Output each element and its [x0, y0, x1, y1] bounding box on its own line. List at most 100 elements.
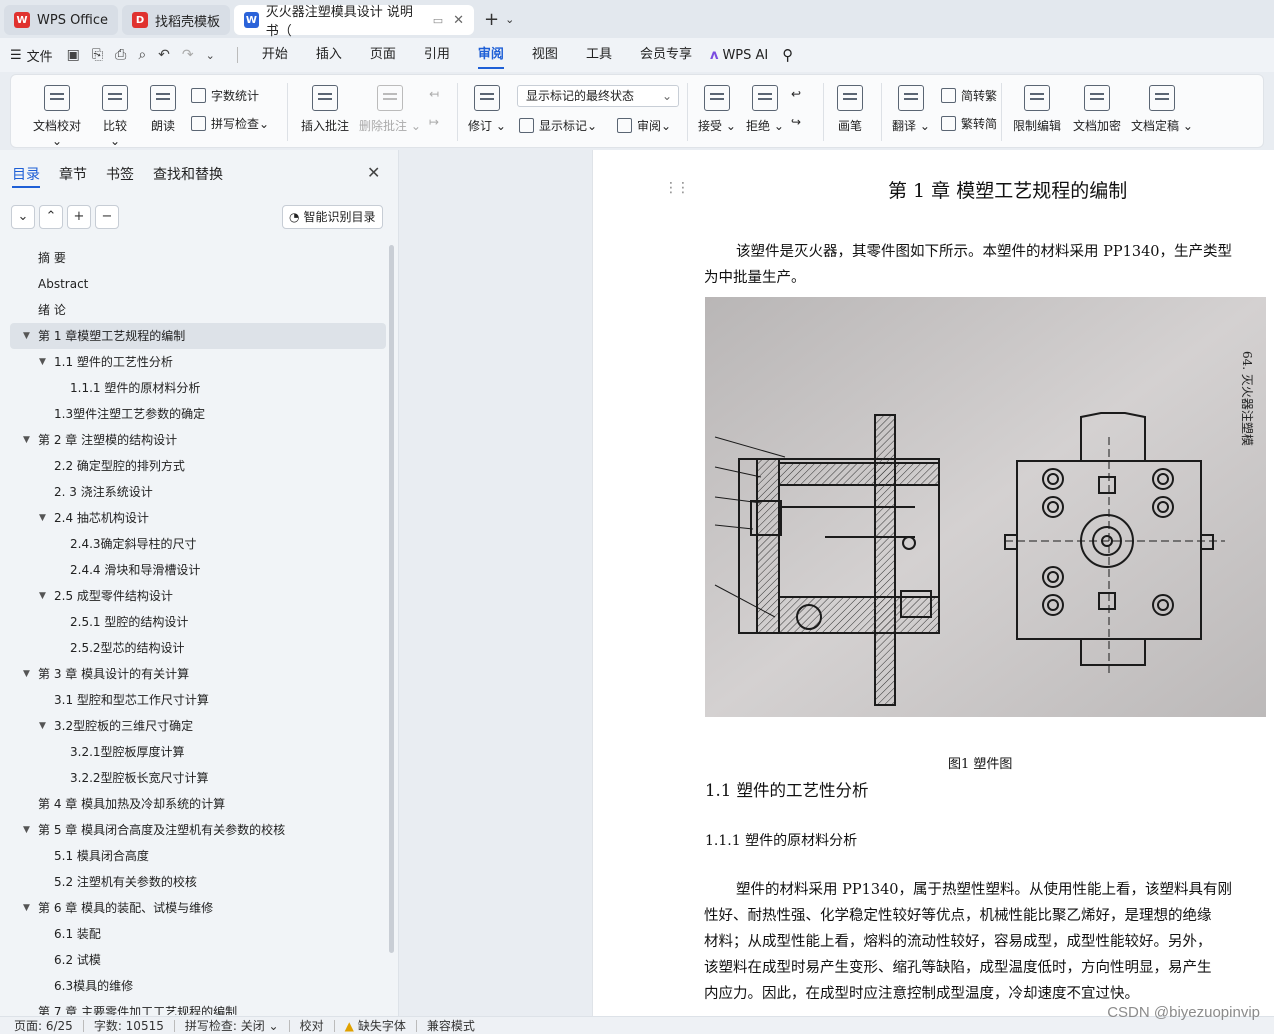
revise-button[interactable]: 修订 ⌄ [467, 85, 507, 134]
tab-bookmarks[interactable]: 书签 [106, 164, 134, 184]
toc-item[interactable]: Abstract [10, 271, 386, 297]
toc-item[interactable]: 5.1 模具闭合高度 [10, 843, 386, 869]
encrypt-button[interactable]: 文档加密 [1071, 85, 1123, 134]
finalize-button[interactable]: 文档定稿 ⌄ [1131, 85, 1193, 134]
toc-item[interactable]: 5.2 注塑机有关参数的校核 [10, 869, 386, 895]
tab-insert[interactable]: 插入 [316, 38, 342, 72]
toc-item[interactable]: ▼ 3.2型腔板的三维尺寸确定 [10, 713, 386, 739]
toc-item[interactable]: ▼ 第 5 章 模具闭合高度及注塑机有关参数的校核 [10, 817, 386, 843]
tab-references[interactable]: 引用 [424, 38, 450, 72]
word-count-status[interactable]: 字数: 10515 [94, 1017, 164, 1034]
expand-down-icon[interactable]: ⌄ [11, 205, 35, 229]
print-icon[interactable]: ⎙ [115, 47, 126, 63]
chevron-down-icon[interactable]: ⌄ [206, 49, 215, 62]
toc-item[interactable]: 6.1 装配 [10, 921, 386, 947]
expand-arrow-icon[interactable]: ▼ [23, 895, 30, 921]
remove-heading-icon[interactable]: − [95, 205, 119, 229]
next-comment-icon[interactable]: ↦ [429, 115, 439, 129]
close-icon[interactable]: ✕ [367, 163, 380, 182]
undo-icon[interactable]: ↶ [158, 47, 170, 63]
tab-view[interactable]: 视图 [532, 38, 558, 72]
spell-check-button[interactable]: 拼写检查 ⌄ [191, 115, 269, 132]
chevron-down-icon[interactable]: ⌄ [505, 13, 514, 26]
restrict-edit-button[interactable]: 限制编辑 [1011, 85, 1063, 134]
missing-font-status[interactable]: ▲ 缺失字体 [345, 1017, 406, 1034]
toc-item[interactable]: 2.2 确定型腔的排列方式 [10, 453, 386, 479]
toc-item[interactable]: 第 7 章 主要零件加工工艺规程的编制 [10, 999, 386, 1015]
expand-arrow-icon[interactable]: ▼ [23, 323, 30, 349]
tab-document[interactable]: W 灭火器注塑模具设计 说明书（ ▭ ✕ [234, 5, 475, 39]
tab-template[interactable]: D 找稻壳模板 [122, 5, 231, 35]
add-heading-icon[interactable]: + [67, 205, 91, 229]
to-traditional-button[interactable]: 简转繁 [941, 87, 997, 104]
next-change-icon[interactable]: ↪ [791, 115, 801, 129]
drag-handle-icon[interactable]: ⋮⋮ [664, 180, 690, 196]
toc-item[interactable]: ▼ 1.1 塑件的工艺性分析 [10, 349, 386, 375]
export-icon[interactable]: ⎘ [92, 47, 103, 63]
save-icon[interactable]: ▣ [67, 47, 80, 63]
prev-comment-icon[interactable]: ↤ [429, 87, 439, 101]
expand-arrow-icon[interactable]: ▼ [39, 583, 46, 609]
expand-arrow-icon[interactable]: ▼ [39, 505, 46, 531]
word-count-button[interactable]: 字数统计 [191, 87, 259, 104]
toc-item[interactable]: 2.5.2型芯的结构设计 [10, 635, 386, 661]
expand-arrow-icon[interactable]: ▼ [39, 349, 46, 375]
monitor-icon[interactable]: ▭ [433, 14, 443, 27]
toc-item[interactable]: 6.3模具的维修 [10, 973, 386, 999]
toc-item[interactable]: 2.4.3确定斜导柱的尺寸 [10, 531, 386, 557]
prev-change-icon[interactable]: ↩ [791, 87, 801, 101]
tab-toc[interactable]: 目录 [12, 164, 40, 188]
toc-item[interactable]: 摘 要 [10, 245, 386, 271]
tab-chapters[interactable]: 章节 [59, 164, 87, 184]
toc-item[interactable]: 2. 3 浇注系统设计 [10, 479, 386, 505]
expand-arrow-icon[interactable]: ▼ [23, 817, 30, 843]
part-drawing-image[interactable]: 64. 灭火器注塑模 [705, 297, 1266, 717]
toc-item[interactable]: 1.1.1 塑件的原材料分析 [10, 375, 386, 401]
toc-item[interactable]: ▼ 2.4 抽芯机构设计 [10, 505, 386, 531]
expand-arrow-icon[interactable]: ▼ [39, 713, 46, 739]
toc-item[interactable]: ▼ 第 2 章 注塑模的结构设计 [10, 427, 386, 453]
toc-item[interactable]: 2.5.1 型腔的结构设计 [10, 609, 386, 635]
translate-button[interactable]: 翻译 ⌄ [891, 85, 931, 134]
close-icon[interactable]: ✕ [453, 13, 464, 28]
tab-wps-office[interactable]: W WPS Office [4, 5, 119, 35]
toc-item[interactable]: 6.2 试模 [10, 947, 386, 973]
doc-check-button[interactable]: 文档校对 ⌄ [29, 85, 85, 148]
redo-icon[interactable]: ↷ [182, 47, 194, 63]
accept-button[interactable]: 接受 ⌄ [697, 85, 737, 134]
toc-item[interactable]: 绪 论 [10, 297, 386, 323]
smart-toc-button[interactable]: ◔ 智能识别目录 [282, 205, 383, 229]
proof-status[interactable]: 校对 [300, 1017, 324, 1034]
toc-item[interactable]: ▼ 2.5 成型零件结构设计 [10, 583, 386, 609]
search-icon[interactable]: ⚲ [782, 46, 793, 64]
delete-comment-button[interactable]: 删除批注 ⌄ [359, 85, 421, 134]
spell-check-status[interactable]: 拼写检查: 关闭 ⌄ [185, 1017, 279, 1034]
toc-item[interactable]: ▼ 第 3 章 模具设计的有关计算 [10, 661, 386, 687]
read-aloud-button[interactable]: 朗读 [147, 85, 179, 134]
file-menu[interactable]: ☰ 文件 [10, 46, 53, 65]
new-tab-icon[interactable]: + [484, 9, 499, 30]
toc-item[interactable]: 3.1 型腔和型芯工作尺寸计算 [10, 687, 386, 713]
review-pane-button[interactable]: 审阅 ⌄ [617, 117, 671, 134]
collapse-up-icon[interactable]: ⌃ [39, 205, 63, 229]
compare-button[interactable]: 比较 ⌄ [97, 85, 133, 148]
tab-start[interactable]: 开始 [262, 38, 288, 72]
ink-button[interactable]: 画笔 [833, 85, 867, 134]
toc-item[interactable]: 3.2.2型腔板长宽尺寸计算 [10, 765, 386, 791]
toc-item[interactable]: 第 4 章 模具加热及冷却系统的计算 [10, 791, 386, 817]
tab-membership[interactable]: 会员专享 [640, 38, 692, 72]
show-markup-button[interactable]: 显示标记 ⌄ [519, 117, 597, 134]
expand-arrow-icon[interactable]: ▼ [23, 661, 30, 687]
print-preview-icon[interactable]: ⌕ [138, 47, 146, 63]
wps-ai-button[interactable]: ᴧ WPS AI [710, 48, 768, 63]
page-indicator[interactable]: 页面: 6/25 [14, 1017, 73, 1034]
markup-state-select[interactable]: 显示标记的最终状态 ⌄ [517, 85, 679, 107]
toc-item[interactable]: ▼ 第 1 章模塑工艺规程的编制 [10, 323, 386, 349]
tab-page[interactable]: 页面 [370, 38, 396, 72]
tab-find-replace[interactable]: 查找和替换 [153, 164, 223, 184]
toc-item[interactable]: 1.3塑件注塑工艺参数的确定 [10, 401, 386, 427]
reject-button[interactable]: 拒绝 ⌄ [745, 85, 785, 134]
toc-item[interactable]: ▼ 第 6 章 模具的装配、试模与维修 [10, 895, 386, 921]
tab-tools[interactable]: 工具 [586, 38, 612, 72]
toc-item[interactable]: 2.4.4 滑块和导滑槽设计 [10, 557, 386, 583]
